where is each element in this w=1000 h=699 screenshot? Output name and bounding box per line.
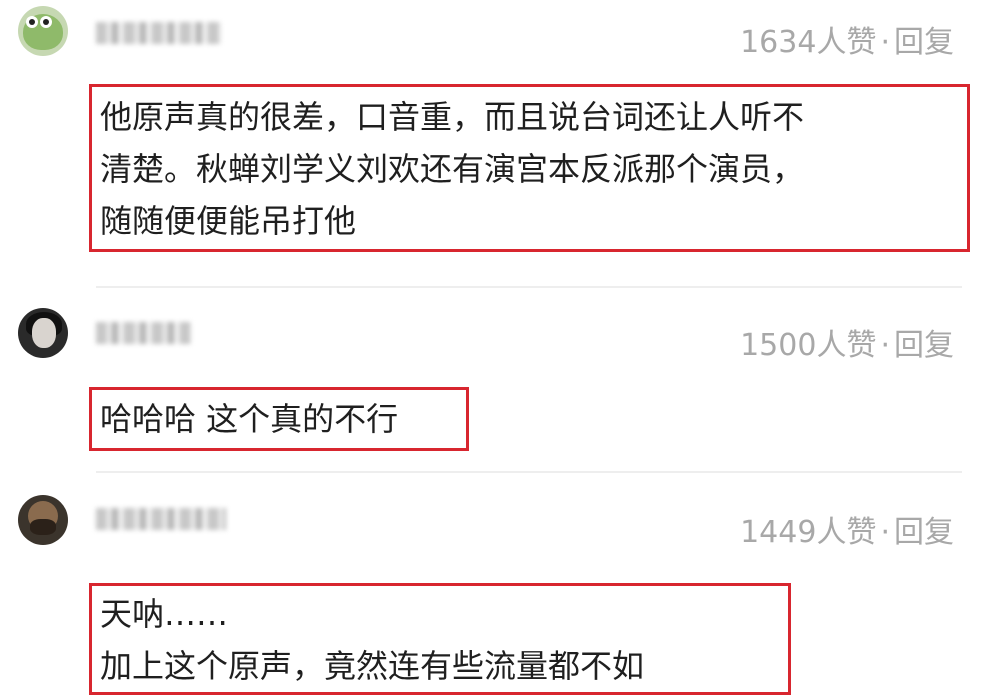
avatar-eye <box>40 16 52 28</box>
portrait-avatar-icon <box>32 318 56 348</box>
divider <box>96 286 962 288</box>
avatar[interactable] <box>18 308 68 358</box>
reply-button[interactable]: 回复 <box>894 25 954 60</box>
username-blurred[interactable] <box>96 22 221 44</box>
like-count[interactable]: 1500人赞 <box>740 328 876 363</box>
comment-text-line: 清楚。秋蝉刘学义刘欢还有演宫本反派那个演员， <box>100 150 805 188</box>
comment-text-line: 加上这个原声，竟然连有些流量都不如 <box>100 647 645 685</box>
avatar-beard <box>30 519 56 535</box>
reply-button[interactable]: 回复 <box>894 515 954 550</box>
divider <box>96 471 962 473</box>
comment-meta: 1449人赞 · 回复 <box>740 507 954 551</box>
reply-button[interactable]: 回复 <box>894 328 954 363</box>
like-count[interactable]: 1634人赞 <box>740 25 876 60</box>
avatar-eye <box>26 16 38 28</box>
avatar[interactable] <box>18 495 68 545</box>
comment-meta: 1500人赞 · 回复 <box>740 320 954 364</box>
avatar[interactable] <box>18 6 68 56</box>
username-blurred[interactable] <box>96 508 226 530</box>
comment-text-highlight: 他原声真的很差，口音重，而且说台词还让人听不 清楚。秋蝉刘学义刘欢还有演宫本反派… <box>89 84 970 252</box>
comment-text-highlight: 天呐…… 加上这个原声，竟然连有些流量都不如 <box>89 583 791 695</box>
comment-text-line: 他原声真的很差，口音重，而且说台词还让人听不 <box>100 98 805 136</box>
comment-text-line: 随随便便能吊打他 <box>100 202 357 240</box>
like-count[interactable]: 1449人赞 <box>740 515 876 550</box>
comment-meta: 1634人赞 · 回复 <box>740 17 954 61</box>
username-blurred[interactable] <box>96 322 191 344</box>
comment-text-line: 天呐…… <box>100 595 229 633</box>
comment-text-line: 哈哈哈 这个真的不行 <box>100 400 399 438</box>
meta-separator: · <box>880 328 890 363</box>
comment-text-highlight: 哈哈哈 这个真的不行 <box>89 387 469 451</box>
meta-separator: · <box>880 25 890 60</box>
meta-separator: · <box>880 515 890 550</box>
